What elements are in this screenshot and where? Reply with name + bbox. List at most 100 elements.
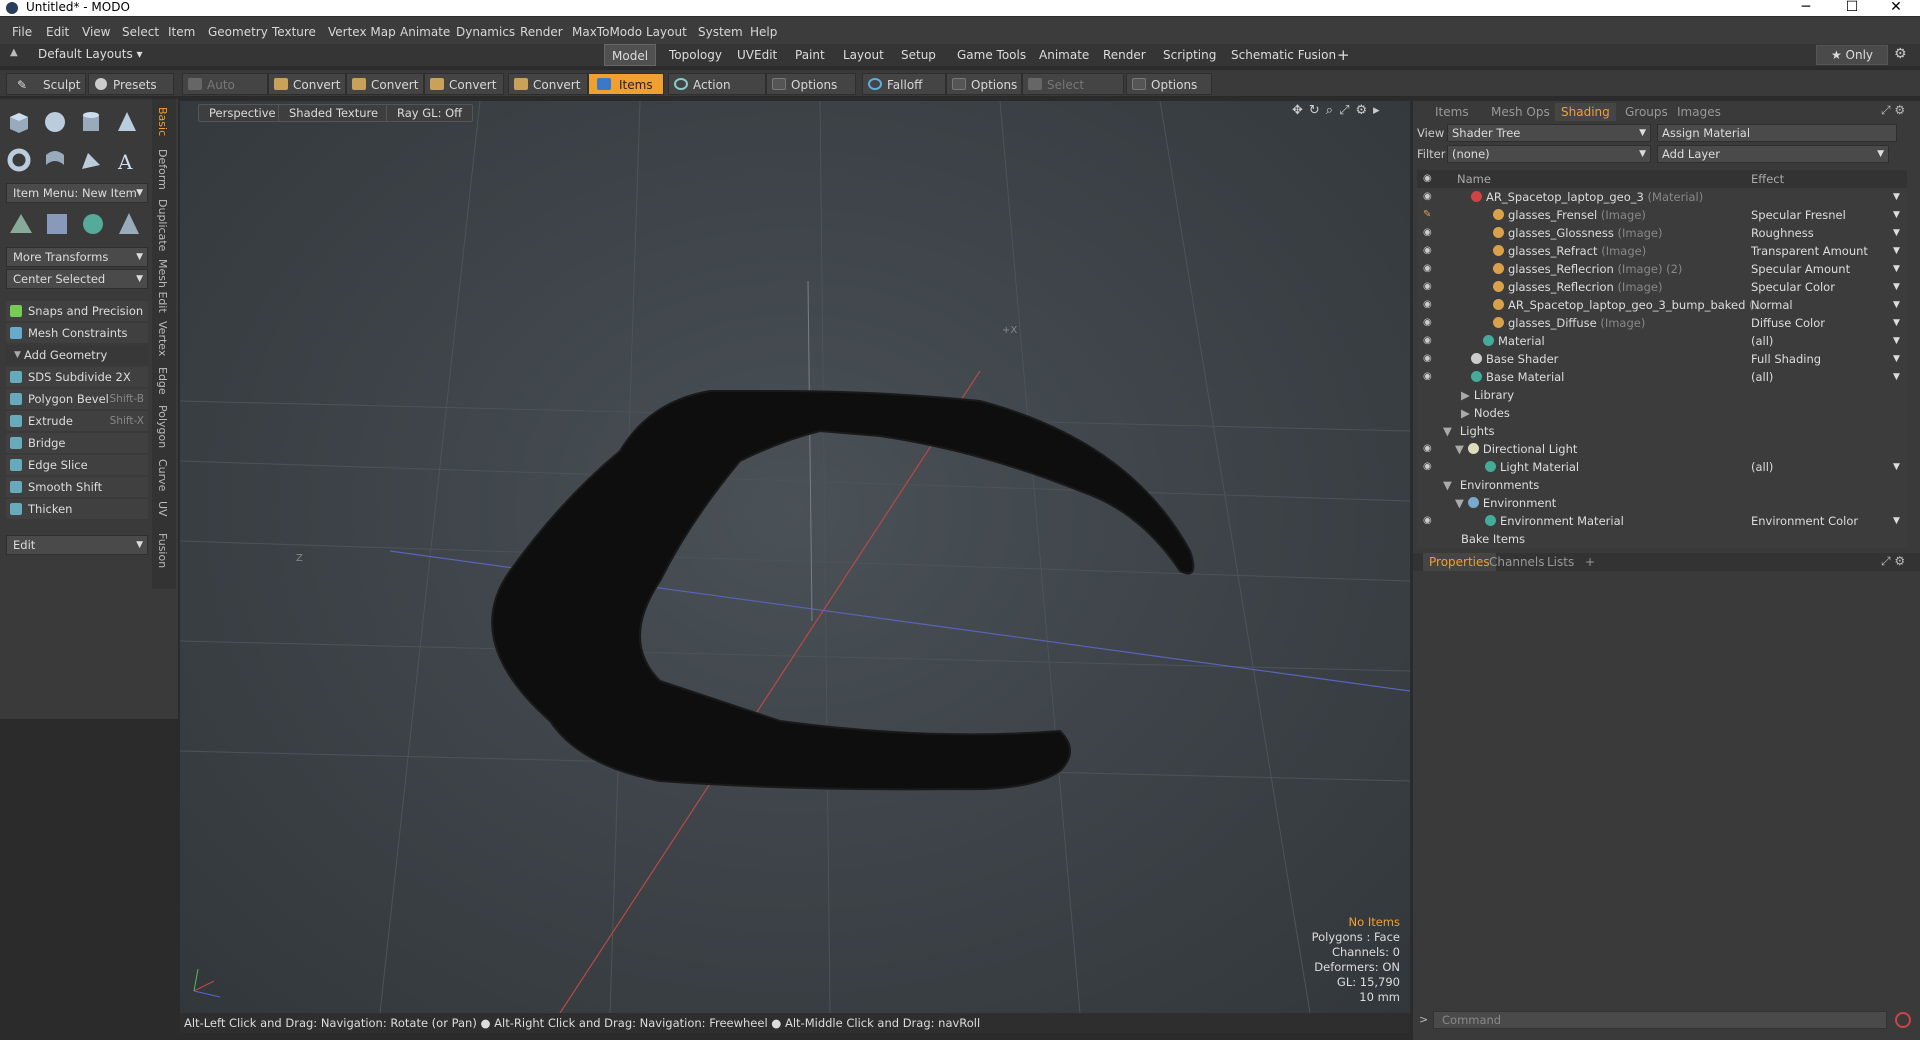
vtab-uv[interactable]: UV: [156, 501, 169, 517]
tree-row-base-shader[interactable]: ◉ Base Shader Full Shading ▼: [1417, 350, 1907, 368]
vtab-polygon[interactable]: Polygon: [156, 405, 169, 448]
layout-toggle-icon[interactable]: ▲: [10, 47, 18, 58]
grid-icon[interactable]: [42, 209, 72, 239]
vtab-basic[interactable]: Basic: [156, 107, 169, 136]
tab-render[interactable]: Render: [1096, 44, 1153, 66]
edge-slice-button[interactable]: Edge Slice: [6, 455, 148, 475]
auto-select-button[interactable]: Auto Select: [182, 73, 268, 114]
cylinder-icon[interactable]: [76, 107, 106, 137]
tree-row-library[interactable]: ▶ Library: [1417, 386, 1907, 404]
pen-tool-icon[interactable]: [76, 145, 106, 175]
tab-animate[interactable]: Animate: [1032, 44, 1096, 66]
tree-row-layer[interactable]: ◉ AR_Spacetop_laptop_geo_3_bump_baked (..…: [1417, 296, 1907, 314]
vtab-fusion[interactable]: Fusion: [156, 533, 169, 568]
view-select[interactable]: Shader Tree ▼: [1447, 124, 1651, 142]
tab-lists[interactable]: Lists: [1541, 553, 1580, 571]
tab-layout[interactable]: Layout: [836, 44, 891, 66]
menu-layout[interactable]: Layout: [646, 25, 687, 39]
maximize-button[interactable]: ☐: [1832, 0, 1872, 16]
menu-item[interactable]: Item: [168, 25, 195, 39]
menu-view[interactable]: View: [82, 25, 110, 39]
vtab-deform[interactable]: Deform: [156, 149, 169, 190]
sphere-icon[interactable]: [40, 107, 70, 137]
convert-polygon-button[interactable]: Convert: [424, 73, 504, 95]
torus-icon[interactable]: [4, 145, 34, 175]
extrude-button[interactable]: Extrude Shift-X: [6, 411, 148, 431]
more-transforms-dropdown[interactable]: More Transforms ▼: [6, 247, 148, 267]
column-name-header[interactable]: Name: [1457, 170, 1491, 188]
eye-icon[interactable]: ◉: [1423, 335, 1435, 347]
gear-icon[interactable]: ⚙: [1894, 46, 1907, 62]
add-tab-button[interactable]: +: [1330, 44, 1357, 66]
command-input[interactable]: Command: [1433, 1011, 1887, 1029]
tree-row-material[interactable]: ◉ Material (all) ▼: [1417, 332, 1907, 350]
tree-row-environment-material[interactable]: ◉ Environment Material Environment Color ▼: [1417, 512, 1907, 530]
tree-row-layer[interactable]: ◉ glasses_Refract (Image) Transparent Amou…: [1417, 242, 1907, 260]
sds-subdivide-button[interactable]: SDS Subdivide 2X: [6, 367, 148, 387]
add-layer-dropdown[interactable]: Add Layer ▼: [1657, 145, 1889, 163]
sculpt-button[interactable]: ✎ Sculpt: [6, 73, 86, 95]
center-selected-dropdown[interactable]: Center Selected ▼: [6, 269, 148, 289]
polygon-bevel-button[interactable]: Polygon Bevel Shift-B: [6, 389, 148, 409]
record-icon[interactable]: [1895, 1012, 1911, 1028]
default-layouts-dropdown[interactable]: Default Layouts ▾: [38, 47, 143, 61]
tree-row-base-material[interactable]: ◉ Base Material (all) ▼: [1417, 368, 1907, 386]
cube-icon[interactable]: [4, 107, 34, 137]
convert-vertex-button[interactable]: Convert: [268, 73, 346, 95]
menu-edit[interactable]: Edit: [46, 25, 69, 39]
menu-vertex-map[interactable]: Vertex Map: [328, 25, 396, 39]
cone-icon[interactable]: [112, 107, 142, 137]
eye-icon[interactable]: ◉: [1423, 461, 1435, 473]
mesh-icon[interactable]: [6, 209, 36, 239]
tree-row-layer[interactable]: ◉ glasses_Reflecrion (Image) Specular Colo…: [1417, 278, 1907, 296]
select-through-options-button[interactable]: Options: [1126, 73, 1212, 95]
minimize-button[interactable]: ─: [1786, 0, 1826, 16]
tree-row-layer[interactable]: ◉ glasses_Diffuse (Image) Diffuse Color ▼: [1417, 314, 1907, 332]
tab-model[interactable]: Model: [604, 44, 657, 66]
vtab-duplicate[interactable]: Duplicate: [156, 199, 169, 251]
menu-maxtomodo[interactable]: MaxToModo: [572, 25, 642, 39]
eye-icon[interactable]: ◉: [1423, 371, 1435, 383]
eye-icon[interactable]: ◉: [1423, 353, 1435, 365]
eye-icon[interactable]: ◉: [1423, 263, 1435, 275]
tab-images[interactable]: Images: [1671, 103, 1727, 121]
snaps-precision-button[interactable]: Snaps and Precision: [6, 301, 148, 321]
select-through-button[interactable]: Select Through: [1022, 73, 1124, 114]
menu-help[interactable]: Help: [750, 25, 777, 39]
tab-shading[interactable]: Shading: [1555, 103, 1616, 121]
tree-row-nodes[interactable]: ▶ Nodes: [1417, 404, 1907, 422]
tab-paint[interactable]: Paint: [788, 44, 832, 66]
column-effect-header[interactable]: Effect: [1751, 170, 1784, 188]
convert-edge-button[interactable]: Convert: [346, 73, 424, 95]
menu-file[interactable]: File: [12, 25, 32, 39]
eye-icon[interactable]: ◉: [1423, 299, 1435, 311]
bridge-button[interactable]: Bridge: [6, 433, 148, 453]
tab-uvedit[interactable]: UVEdit: [730, 44, 784, 66]
tree-row-lights[interactable]: ▼ Lights: [1417, 422, 1907, 440]
action-center-button[interactable]: Action Center: [668, 73, 766, 114]
action-center-options-button[interactable]: Options: [766, 73, 856, 95]
eye-icon[interactable]: ◉: [1423, 245, 1435, 257]
eye-icon[interactable]: ◉: [1423, 191, 1435, 203]
panel-options-icon[interactable]: ⤢ ⚙: [1881, 103, 1905, 118]
items-mode-button[interactable]: Items: [588, 73, 664, 95]
falloff-button[interactable]: Falloff: [862, 73, 946, 95]
presets-button[interactable]: Presets F6: [88, 73, 174, 114]
vtab-curve[interactable]: Curve: [156, 459, 169, 491]
tab-game-tools[interactable]: Game Tools: [950, 44, 1033, 66]
tree-row-layer[interactable]: ✎ glasses_Frensel (Image) Specular Fresnel…: [1417, 206, 1907, 224]
tree-row-environment[interactable]: ▼ Environment: [1417, 494, 1907, 512]
menu-render[interactable]: Render: [520, 25, 563, 39]
mesh-constraints-button[interactable]: Mesh Constraints: [6, 323, 148, 343]
filter-select[interactable]: (none) ▼: [1447, 145, 1651, 163]
convert-item-button[interactable]: Convert: [508, 73, 588, 95]
menu-geometry[interactable]: Geometry: [208, 25, 268, 39]
ar-glasses-model[interactable]: [491, 390, 1195, 791]
properties-options-icon[interactable]: ⤢ ⚙: [1881, 554, 1905, 569]
tree-row-layer[interactable]: ◉ glasses_Glossness (Image) Roughness ▼: [1417, 224, 1907, 242]
eye-icon[interactable]: ◉: [1423, 317, 1435, 329]
tree-row-directional-light[interactable]: ◉ ▼ Directional Light: [1417, 440, 1907, 458]
menu-system[interactable]: System: [698, 25, 743, 39]
tree-row-bake-items[interactable]: Bake Items: [1417, 530, 1907, 548]
menu-texture[interactable]: Texture: [272, 25, 316, 39]
